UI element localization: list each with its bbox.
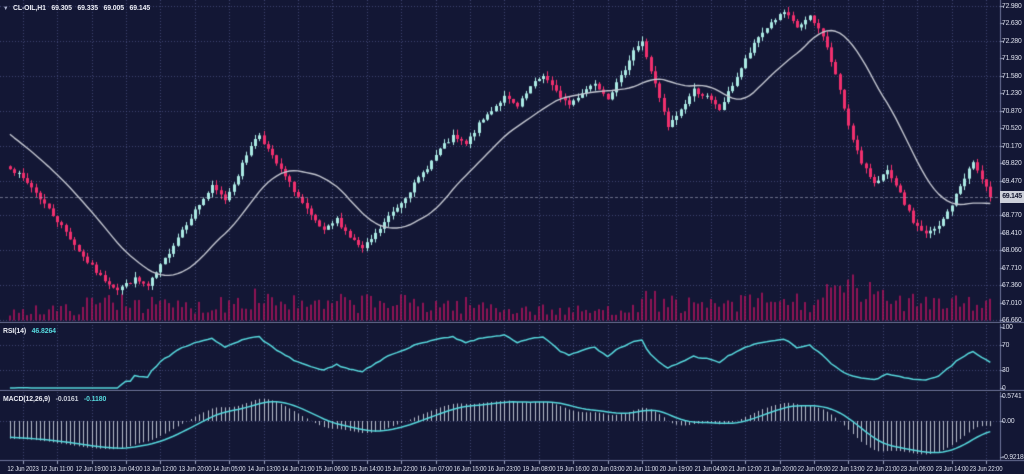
current-price-badge: 69.145 (1000, 191, 1024, 203)
price-chart-canvas[interactable] (0, 0, 1024, 474)
quote-low: 69.005 (103, 3, 124, 12)
current-price-value: 69.145 (1002, 193, 1022, 200)
macd-main-value: -0.0161 (56, 394, 79, 403)
macd-indicator-label: MACD(12,26,9) -0.0161 -0.1180 (3, 394, 106, 403)
rsi-value: 46.8264 (32, 326, 56, 335)
chart-symbol-timeframe: CL-OIL,H1 (13, 3, 46, 12)
quote-high: 69.335 (77, 3, 98, 12)
macd-signal-value: -0.1180 (84, 394, 106, 403)
rsi-name: RSI(14) (3, 326, 26, 335)
mt4-chart-window: ▼ CL-OIL,H1 69.305 69.335 69.005 69.145 … (0, 0, 1024, 474)
rsi-indicator-label: RSI(14) 46.8264 (3, 326, 56, 335)
chart-title: ▼ CL-OIL,H1 69.305 69.335 69.005 69.145 (3, 3, 150, 12)
quote-open: 69.305 (51, 3, 72, 12)
macd-name: MACD(12,26,9) (3, 394, 50, 403)
quote-close: 69.145 (130, 3, 151, 12)
symbol-dropdown-icon[interactable]: ▼ (3, 6, 8, 12)
